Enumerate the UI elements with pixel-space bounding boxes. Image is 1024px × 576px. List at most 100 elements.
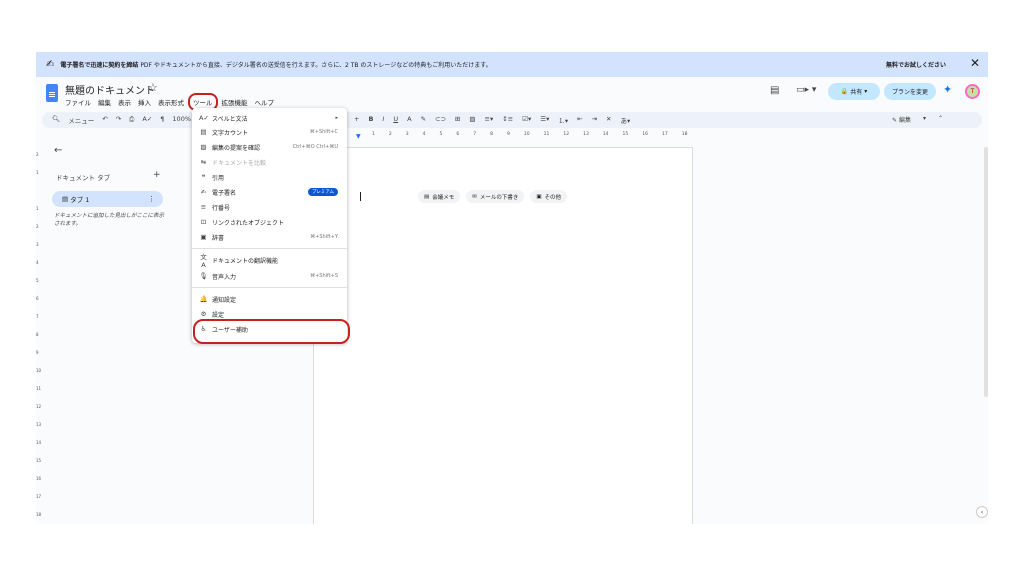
- tab-1-label: タブ 1: [70, 196, 90, 204]
- signature-icon: ✍: [200, 188, 207, 196]
- vertical-ruler: 2 1 1 2 3 4 5 6 7 8 9 10 11 12 13 14 15 …: [36, 142, 44, 522]
- doc-icon: ▤: [424, 193, 430, 200]
- menu-file[interactable]: ファイル: [65, 97, 91, 107]
- bold-icon[interactable]: B: [368, 115, 373, 125]
- docs-logo-icon[interactable]: [46, 84, 58, 102]
- menu-item-label: リンクされたオブジェクト: [212, 219, 285, 227]
- avatar[interactable]: T: [965, 84, 980, 99]
- clear-format-icon[interactable]: ✕: [606, 115, 611, 125]
- menu-insert[interactable]: 挿入: [138, 97, 151, 107]
- back-arrow-icon[interactable]: ←: [54, 145, 62, 156]
- ruler-tick: 17: [36, 494, 42, 499]
- more-box-icon: ▣: [536, 193, 542, 200]
- ruler-tick: 8: [490, 132, 493, 137]
- ruler-tick: 17: [662, 132, 668, 137]
- increase-font-icon[interactable]: +: [354, 115, 359, 125]
- change-plan-button[interactable]: プランを変更: [884, 83, 936, 100]
- document-title[interactable]: 無題のドキュメント: [65, 82, 155, 97]
- menu-item-label: 辞書: [212, 234, 225, 242]
- menu-extensions[interactable]: 拡張機能: [222, 97, 248, 107]
- ruler-tick: 1: [36, 206, 39, 211]
- try-free-link[interactable]: 無料でお試しください: [886, 60, 946, 69]
- line-spacing-icon[interactable]: ↕≡: [502, 115, 513, 125]
- more-options-icon[interactable]: ⋮: [148, 195, 155, 203]
- chip-label: メールの下書き: [479, 194, 519, 201]
- paint-format-icon[interactable]: ¶: [160, 115, 164, 125]
- add-tab-icon[interactable]: +: [153, 170, 161, 180]
- checklist-icon[interactable]: ☑▾: [522, 115, 531, 125]
- menu-view[interactable]: 表示: [118, 97, 131, 107]
- ruler-tick: 13: [583, 132, 589, 137]
- comment-add-icon[interactable]: ⊞: [455, 115, 460, 125]
- menu-item-line-numbers[interactable]: ≡ 行番号: [192, 200, 347, 214]
- quote-icon: ❝: [201, 173, 206, 181]
- ruler-tick: 13: [36, 422, 42, 427]
- scrollbar[interactable]: [984, 147, 988, 397]
- ruler-tick: 12: [563, 132, 570, 137]
- menu-item-spelling[interactable]: A✓ スペルと文法 ▸: [192, 111, 347, 125]
- more-chip[interactable]: ▣ その他: [530, 190, 568, 203]
- microphone-icon: 🎙: [199, 272, 208, 280]
- gemini-icon[interactable]: ✦: [943, 83, 952, 96]
- document-page[interactable]: ▤ 会議メモ ✉ メールの下書き ▣ その他: [313, 147, 693, 524]
- comment-icon[interactable]: ▤: [770, 85, 779, 96]
- chevron-left-icon[interactable]: ‹: [976, 506, 988, 518]
- menu-help[interactable]: ヘルプ: [255, 97, 275, 107]
- italic-icon[interactable]: I: [382, 115, 384, 125]
- translate-icon: 文A: [200, 253, 207, 269]
- tab-1[interactable]: ▤ タブ 1 ⋮: [52, 191, 163, 207]
- underline-icon[interactable]: U: [393, 115, 398, 125]
- bullet-list-icon[interactable]: ☰▾: [540, 115, 549, 125]
- menu-edit[interactable]: 編集: [98, 97, 111, 107]
- redo-icon[interactable]: ↷: [116, 115, 121, 125]
- highlight-icon[interactable]: ✎: [421, 115, 426, 125]
- image-icon[interactable]: ▨: [469, 115, 475, 125]
- text-color-icon[interactable]: A: [407, 115, 411, 125]
- premium-badge: プレミアム: [307, 188, 338, 196]
- edit-mode-select[interactable]: ✎ 編集: [892, 115, 911, 124]
- zoom-select[interactable]: 100%: [172, 115, 191, 125]
- menu-item-translate[interactable]: 文A ドキュメントの翻訳機能: [192, 253, 347, 269]
- ruler-tick: 12: [36, 404, 42, 409]
- menu-search-input[interactable]: メニュー: [68, 115, 94, 125]
- menu-item-citations[interactable]: ❝ 引用: [192, 170, 347, 184]
- menu-item-review-suggestions[interactable]: ▨ 編集の提案を確認 Ctrl+⌘O Ctrl+⌘U: [192, 140, 347, 154]
- menu-item-label: ドキュメントを比較: [212, 159, 267, 167]
- menu-format[interactable]: 表示形式: [158, 97, 184, 107]
- menu-item-word-count[interactable]: ▤ 文字カウント ⌘+Shift+C: [192, 125, 347, 139]
- star-icon[interactable]: ☆: [148, 81, 158, 94]
- ruler-tick: 16: [642, 132, 649, 137]
- spellcheck-icon[interactable]: A✓: [142, 115, 152, 125]
- menu-item-esignature[interactable]: ✍ 電子署名 プレミアム: [192, 185, 347, 199]
- ruler-tick: 9: [507, 132, 510, 137]
- ruler-tick: 10: [36, 368, 42, 373]
- menu-item-voice-typing[interactable]: 🎙 音声入力 ⌘+Shift+S: [192, 269, 347, 283]
- chevron-down-icon[interactable]: ▾: [923, 115, 926, 124]
- align-icon[interactable]: ≡▾: [485, 115, 494, 125]
- link-icon[interactable]: ⊂⊃: [435, 115, 446, 125]
- menu-item-label: 通知設定: [212, 296, 237, 304]
- search-icon[interactable]: 🔍︎: [52, 115, 60, 125]
- outline-empty-note: ドキュメントに追加した見出しがここに表示されます。: [54, 213, 165, 227]
- share-button[interactable]: 🔒 共有 ▾: [828, 83, 880, 100]
- meet-icon[interactable]: ▭▸ ▾: [796, 85, 816, 95]
- menu-item-label: 設定: [212, 311, 225, 319]
- undo-icon[interactable]: ↶: [102, 115, 107, 125]
- chevron-up-icon[interactable]: ⌃: [938, 115, 943, 124]
- indent-decrease-icon[interactable]: ⇤: [577, 115, 582, 125]
- menu-item-notification-settings[interactable]: 🔔 通知設定: [192, 292, 347, 306]
- menu-item-label: 引用: [212, 174, 225, 182]
- indent-increase-icon[interactable]: ⇥: [592, 115, 597, 125]
- close-icon[interactable]: ✕: [970, 56, 980, 70]
- voice-typing-highlight: [193, 319, 350, 344]
- email-draft-chip[interactable]: ✉ メールの下書き: [466, 190, 525, 203]
- horizontal-ruler: 1 2 3 4 5 6 7 8 9 10 11 12 13 14 15 16 1…: [330, 132, 696, 140]
- menu-item-linked-objects[interactable]: ⊡ リンクされたオブジェクト: [192, 215, 347, 229]
- menu-item-label: ドキュメントの翻訳機能: [212, 257, 279, 265]
- meeting-notes-chip[interactable]: ▤ 会議メモ: [418, 190, 461, 203]
- menu-item-dictionary[interactable]: ▣ 辞書 ⌘+Shift+Y: [192, 230, 347, 244]
- numbered-list-icon[interactable]: ⒈▾: [558, 115, 568, 125]
- print-icon[interactable]: ⎙: [129, 115, 134, 125]
- input-tools-icon[interactable]: あ▾: [620, 115, 630, 125]
- ruler-tick: 2: [388, 132, 392, 137]
